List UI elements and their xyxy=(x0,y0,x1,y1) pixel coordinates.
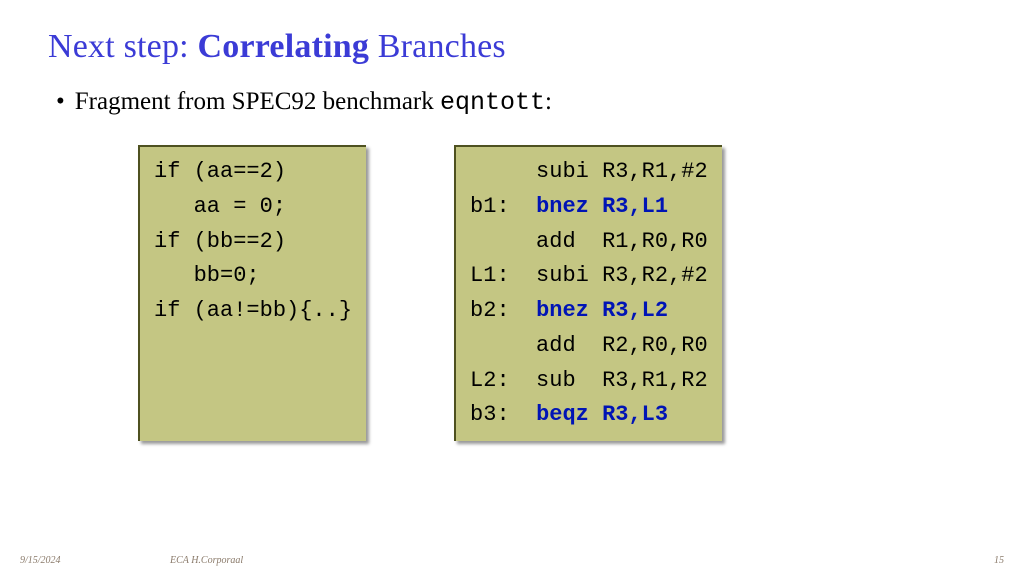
code-line: if (bb==2) xyxy=(154,225,352,260)
code-branch: bnez R3,L1 xyxy=(536,194,668,219)
footer-date: 9/15/2024 xyxy=(20,555,61,566)
code-line: L2: sub R3,R1,R2 xyxy=(470,364,708,399)
code-line: add R2,R0,R0 xyxy=(470,329,708,364)
code-branch: bnez R3,L2 xyxy=(536,298,668,323)
bullet-post: : xyxy=(545,88,552,115)
asm-code-box: subi R3,R1,#2 b1: bnez R3,L1 add R1,R0,R… xyxy=(454,145,722,441)
code-line: b1: bnez R3,L1 xyxy=(470,190,708,225)
footer-page: 15 xyxy=(994,555,1004,566)
code-line: bb=0; xyxy=(154,259,352,294)
title-bold: Correlating xyxy=(198,28,370,65)
bullet-item: • Fragment from SPEC92 benchmark eqntott… xyxy=(56,88,976,117)
code-line: b2: bnez R3,L2 xyxy=(470,294,708,329)
code-branch: beqz R3,L3 xyxy=(536,402,668,427)
footer-author: ECA H.Corporaal xyxy=(170,555,243,566)
title-post: Branches xyxy=(369,28,506,65)
bullet-dot: • xyxy=(56,88,65,116)
code-line: add R1,R0,R0 xyxy=(470,225,708,260)
code-line: b3: beqz R3,L3 xyxy=(470,398,708,433)
bullet-pre: Fragment from SPEC92 benchmark xyxy=(75,88,440,115)
code-label: b1: xyxy=(470,194,536,219)
footer: 9/15/2024 ECA H.Corporaal 15 xyxy=(20,555,1004,566)
c-code-box: if (aa==2) aa = 0; if (bb==2) bb=0; if (… xyxy=(138,145,366,441)
code-line: L1: subi R3,R2,#2 xyxy=(470,259,708,294)
code-label: b2: xyxy=(470,298,536,323)
title-pre: Next step: xyxy=(48,28,198,65)
code-line: subi R3,R1,#2 xyxy=(470,155,708,190)
code-row: if (aa==2) aa = 0; if (bb==2) bb=0; if (… xyxy=(138,145,976,441)
bullet-text: Fragment from SPEC92 benchmark eqntott: xyxy=(75,88,552,117)
code-label: b3: xyxy=(470,402,536,427)
code-line: aa = 0; xyxy=(154,190,352,225)
bullet-code: eqntott xyxy=(440,88,545,117)
slide-title: Next step: Correlating Branches xyxy=(48,28,976,66)
code-line: if (aa!=bb){..} xyxy=(154,294,352,329)
code-line: if (aa==2) xyxy=(154,155,352,190)
